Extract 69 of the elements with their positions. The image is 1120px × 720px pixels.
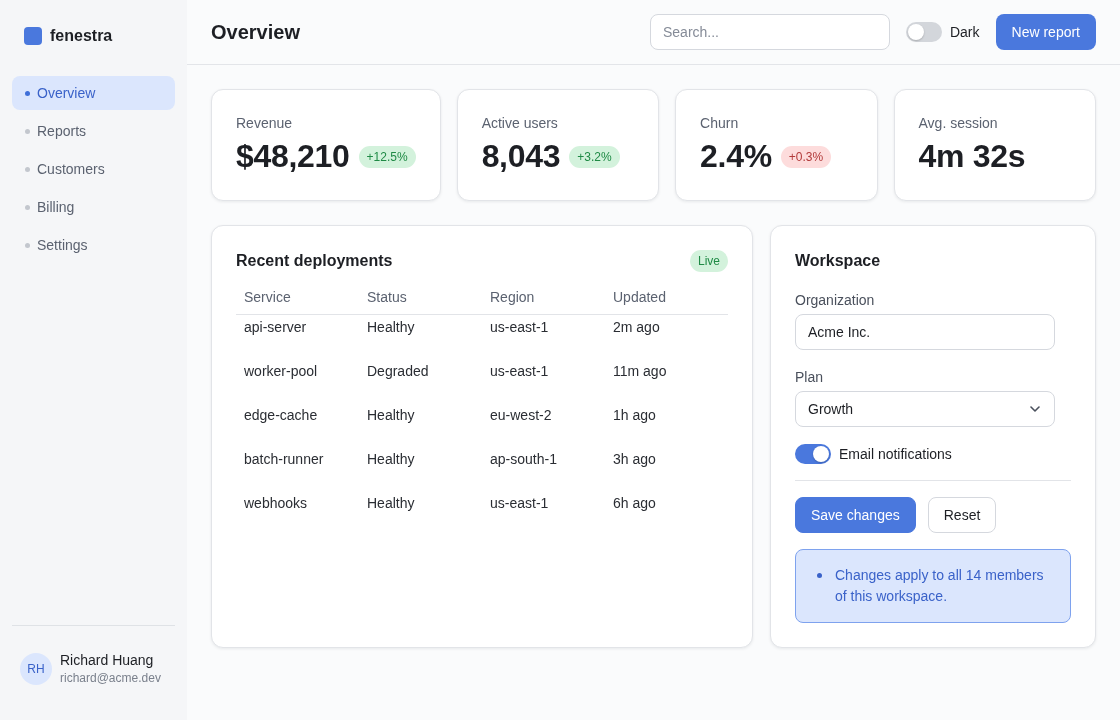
page-title: Overview bbox=[211, 20, 301, 44]
delta-badge: +3.2% bbox=[569, 145, 620, 168]
table-cell-text: us-east-1 bbox=[489, 362, 550, 381]
dot-icon bbox=[25, 90, 30, 96]
select-field[interactable]: Growth bbox=[795, 391, 1055, 427]
stat-value: 4m 32s bbox=[918, 138, 1026, 175]
avatar: RH bbox=[20, 653, 52, 685]
stat-value: $48,210 bbox=[236, 138, 350, 175]
nav-item[interactable]: Overview bbox=[12, 76, 175, 110]
nav-item[interactable]: Settings bbox=[12, 228, 175, 262]
stat-value: 8,043 bbox=[481, 138, 561, 175]
column-header: Updated bbox=[605, 280, 728, 315]
column-header: Service bbox=[236, 280, 359, 315]
dot-icon bbox=[25, 166, 30, 172]
delta-badge: +12.5% bbox=[358, 145, 416, 168]
table-cell-text: eu-west-2 bbox=[489, 406, 553, 425]
stat-label: Avg. session bbox=[918, 114, 999, 132]
table-cell-text: 6h ago bbox=[612, 494, 657, 513]
dot-icon bbox=[25, 204, 30, 210]
logo-icon bbox=[24, 27, 42, 45]
toggle-label: Dark bbox=[949, 24, 980, 40]
dot-icon bbox=[25, 128, 30, 134]
stat-label: Churn bbox=[700, 114, 740, 132]
column-header: Status bbox=[359, 280, 482, 315]
card-title: Workspace bbox=[795, 251, 882, 271]
nav-item[interactable]: Reports bbox=[12, 114, 175, 148]
table-cell: us-east-1 bbox=[482, 314, 605, 359]
user-email: richard@acme.dev bbox=[60, 671, 161, 686]
toggle-label: Email notifications bbox=[839, 446, 952, 462]
user-name: Richard Huang bbox=[60, 652, 155, 669]
save-button[interactable]: Save changes bbox=[795, 497, 916, 533]
table-cell-text: 11m ago bbox=[612, 362, 668, 381]
table-cell-text: Healthy bbox=[366, 494, 416, 513]
reset-button[interactable]: Reset bbox=[927, 497, 997, 533]
table-cell-text: batch-runner bbox=[243, 450, 325, 469]
card-title: Recent deployments bbox=[236, 251, 393, 271]
stat-label: Revenue bbox=[236, 114, 294, 132]
nav-item[interactable]: Billing bbox=[12, 190, 175, 224]
new-report-button[interactable]: New report bbox=[995, 14, 1096, 50]
toggle-switch[interactable] bbox=[795, 444, 831, 464]
stat-label: Active users bbox=[481, 114, 559, 132]
column-header: Region bbox=[482, 280, 605, 315]
delta-badge: +0.3% bbox=[780, 145, 832, 168]
live-badge: Live bbox=[690, 250, 728, 272]
table-cell-text: Healthy bbox=[366, 450, 416, 469]
table-cell-text: edge-cache bbox=[243, 406, 319, 425]
dot-icon bbox=[25, 242, 30, 248]
table-cell-text: Degraded bbox=[366, 362, 430, 381]
stat-value: 2.4% bbox=[700, 138, 772, 175]
brand-name: fenestra bbox=[50, 27, 113, 45]
table-cell-text: Healthy bbox=[366, 406, 416, 425]
field-label: Organization bbox=[795, 291, 876, 309]
table-cell: Healthy bbox=[359, 314, 482, 359]
table-cell-text: worker-pool bbox=[243, 362, 319, 381]
toggle-switch[interactable] bbox=[905, 22, 942, 42]
info-text: Changes apply to all 14 members of this workspace. bbox=[835, 566, 1045, 606]
input-field[interactable]: Acme Inc. bbox=[795, 314, 1055, 350]
search-field[interactable]: Search... bbox=[649, 14, 890, 50]
table-cell-text: 1h ago bbox=[612, 406, 657, 425]
chevron-down-icon bbox=[1030, 406, 1040, 412]
table-cell: api-server bbox=[236, 314, 359, 359]
table-cell-text: ap-south-1 bbox=[489, 450, 558, 469]
nav-item[interactable]: Customers bbox=[12, 152, 175, 186]
field-label: Plan bbox=[795, 368, 825, 386]
bullet-icon bbox=[817, 573, 822, 578]
table-cell-text: 3h ago bbox=[612, 450, 657, 469]
table-cell: 2m ago bbox=[605, 314, 728, 359]
table-cell-text: webhooks bbox=[243, 494, 309, 513]
table-cell-text: us-east-1 bbox=[489, 494, 550, 513]
